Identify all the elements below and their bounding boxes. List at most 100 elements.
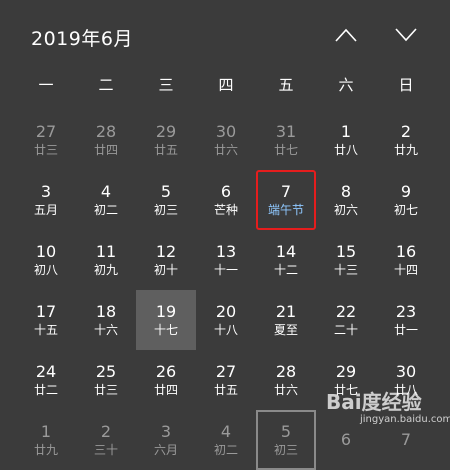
previous-month-button[interactable] bbox=[329, 20, 363, 50]
calendar-day-cell[interactable]: 3 五月 bbox=[16, 170, 76, 230]
calendar-day-cell[interactable]: 21 夏至 bbox=[256, 290, 316, 350]
calendar-day-cell[interactable]: 10 初八 bbox=[16, 230, 76, 290]
calendar-day-cell[interactable]: 22 二十 bbox=[316, 290, 376, 350]
calendar-day-cell[interactable]: 18 十六 bbox=[76, 290, 136, 350]
day-number: 30 bbox=[215, 122, 237, 141]
calendar-day-cell[interactable]: 1 廿八 bbox=[316, 110, 376, 170]
lunar-date-label: 初九 bbox=[93, 263, 118, 277]
calendar-day-cell[interactable]: 16 十四 bbox=[376, 230, 436, 290]
chevron-up-icon bbox=[335, 28, 357, 42]
weekday-header-row: 一 二 三 四 五 六 日 bbox=[16, 70, 436, 100]
weekday-label: 二 bbox=[98, 76, 114, 94]
day-number: 18 bbox=[95, 302, 117, 321]
lunar-date-label: 初八 bbox=[33, 263, 58, 277]
lunar-date-label: 廿六 bbox=[273, 383, 298, 397]
day-number: 23 bbox=[395, 302, 417, 321]
lunar-date-label: 十三 bbox=[333, 263, 358, 277]
weekday-label: 五 bbox=[278, 76, 294, 94]
day-number: 16 bbox=[395, 242, 417, 261]
day-number: 9 bbox=[400, 182, 412, 201]
calendar-day-cell[interactable]: 8 初六 bbox=[316, 170, 376, 230]
lunar-date-label: 廿四 bbox=[153, 383, 178, 397]
weekday-label: 六 bbox=[338, 76, 354, 94]
day-number: 17 bbox=[35, 302, 57, 321]
day-number: 11 bbox=[95, 242, 117, 261]
calendar-day-cell[interactable]: 25 廿三 bbox=[76, 350, 136, 410]
lunar-date-label: 廿八 bbox=[333, 143, 358, 157]
day-number: 14 bbox=[275, 242, 297, 261]
day-number: 21 bbox=[275, 302, 297, 321]
calendar-day-cell[interactable]: 17 十五 bbox=[16, 290, 76, 350]
month-title[interactable]: 2019年6月 bbox=[31, 24, 133, 51]
calendar-day-cell[interactable]: 6 芒种 bbox=[196, 170, 256, 230]
lunar-date-label: 廿九 bbox=[393, 143, 418, 157]
day-number: 24 bbox=[35, 362, 57, 381]
calendar-day-cell[interactable]: 23 廿一 bbox=[376, 290, 436, 350]
day-number: 4 bbox=[220, 422, 232, 441]
day-number: 22 bbox=[335, 302, 357, 321]
day-number: 19 bbox=[155, 302, 177, 321]
next-month-button[interactable] bbox=[389, 20, 423, 50]
calendar-day-cell[interactable]: 13 十一 bbox=[196, 230, 256, 290]
calendar-day-cell[interactable]: 2 三十 bbox=[76, 410, 136, 470]
day-number: 3 bbox=[40, 182, 52, 201]
calendar-day-cell[interactable]: 31 廿七 bbox=[256, 110, 316, 170]
day-number: 20 bbox=[215, 302, 237, 321]
lunar-date-label: 二十 bbox=[333, 323, 358, 337]
calendar-day-cell[interactable]: 24 廿二 bbox=[16, 350, 76, 410]
calendar-day-cell[interactable]: 1 廿九 bbox=[16, 410, 76, 470]
calendar-day-cell[interactable]: 27 廿五 bbox=[196, 350, 256, 410]
calendar-day-cell[interactable]: 6 bbox=[316, 410, 376, 470]
calendar-day-cell[interactable]: 30 廿八 bbox=[376, 350, 436, 410]
calendar-day-cell[interactable]: 11 初九 bbox=[76, 230, 136, 290]
calendar-day-cell[interactable]: 19 十七 bbox=[136, 290, 196, 350]
calendar-day-cell[interactable]: 29 廿七 bbox=[316, 350, 376, 410]
calendar-day-cell[interactable]: 26 廿四 bbox=[136, 350, 196, 410]
calendar-day-cell[interactable]: 5 初三 bbox=[256, 410, 316, 470]
lunar-date-label: 六月 bbox=[153, 443, 178, 457]
calendar-day-cell[interactable]: 4 初二 bbox=[196, 410, 256, 470]
calendar-day-cell[interactable]: 9 初七 bbox=[376, 170, 436, 230]
day-number: 27 bbox=[35, 122, 57, 141]
day-number: 31 bbox=[275, 122, 297, 141]
day-number: 5 bbox=[280, 422, 292, 441]
calendar-day-cell[interactable]: 28 廿六 bbox=[256, 350, 316, 410]
calendar-day-cell[interactable]: 5 初三 bbox=[136, 170, 196, 230]
lunar-date-label: 廿一 bbox=[393, 323, 418, 337]
calendar-day-cell[interactable]: 29 廿五 bbox=[136, 110, 196, 170]
day-number: 25 bbox=[95, 362, 117, 381]
calendar-day-cell[interactable]: 14 十二 bbox=[256, 230, 316, 290]
weekday-label: 四 bbox=[218, 76, 234, 94]
calendar-day-cell[interactable]: 20 十八 bbox=[196, 290, 256, 350]
calendar-day-cell[interactable]: 4 初二 bbox=[76, 170, 136, 230]
day-number: 13 bbox=[215, 242, 237, 261]
calendar-day-cell[interactable]: 12 初十 bbox=[136, 230, 196, 290]
lunar-date-label: 廿八 bbox=[393, 383, 418, 397]
calendar-day-cell[interactable]: 28 廿四 bbox=[76, 110, 136, 170]
day-number: 7 bbox=[400, 430, 412, 449]
lunar-date-label: 端午节 bbox=[267, 203, 304, 217]
weekday-label: 一 bbox=[38, 76, 54, 94]
day-number: 28 bbox=[275, 362, 297, 381]
calendar-day-cell[interactable]: 7 端午节 bbox=[256, 170, 316, 230]
day-number: 4 bbox=[100, 182, 112, 201]
lunar-date-label: 初三 bbox=[153, 203, 178, 217]
lunar-date-label: 十七 bbox=[153, 323, 178, 337]
lunar-date-label: 初二 bbox=[93, 203, 118, 217]
calendar-day-cell[interactable]: 15 十三 bbox=[316, 230, 376, 290]
day-number: 29 bbox=[335, 362, 357, 381]
calendar-day-cell[interactable]: 27 廿三 bbox=[16, 110, 76, 170]
lunar-date-label: 廿七 bbox=[333, 383, 358, 397]
lunar-date-label: 廿五 bbox=[213, 383, 238, 397]
lunar-date-label: 十四 bbox=[393, 263, 418, 277]
weekday-label: 三 bbox=[158, 76, 174, 94]
day-number: 3 bbox=[160, 422, 172, 441]
lunar-date-label: 廿五 bbox=[153, 143, 178, 157]
calendar-day-cell[interactable]: 30 廿六 bbox=[196, 110, 256, 170]
lunar-date-label: 芒种 bbox=[213, 203, 238, 217]
calendar-day-cell[interactable]: 7 bbox=[376, 410, 436, 470]
calendar-day-cell[interactable]: 2 廿九 bbox=[376, 110, 436, 170]
calendar-day-cell[interactable]: 3 六月 bbox=[136, 410, 196, 470]
day-number: 2 bbox=[100, 422, 112, 441]
lunar-date-label: 十八 bbox=[213, 323, 238, 337]
